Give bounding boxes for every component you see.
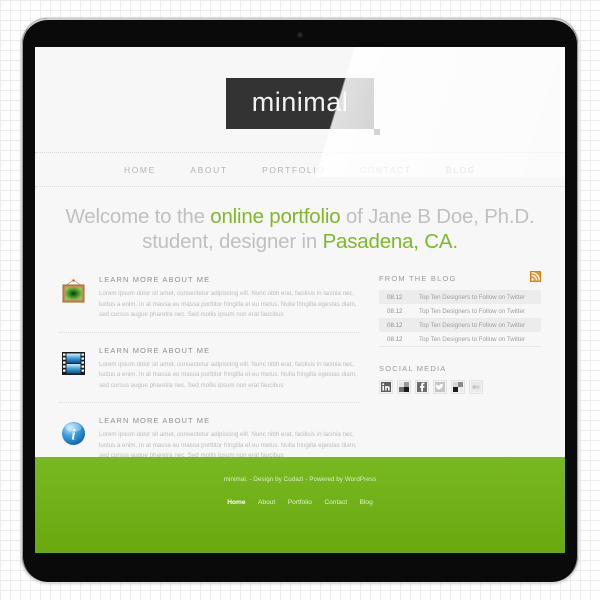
social-widget-title: SOCIAL MEDIA: [379, 364, 447, 373]
footer-nav-item-blog[interactable]: Blog: [360, 499, 373, 506]
blog-post-date: 08.12: [387, 321, 403, 329]
blog-post-list: 08.12 Top Ten Designers to Follow on Twi…: [379, 290, 541, 347]
content-area: LEARN MORE ABOUT ME Lorem ipsum dolor si…: [35, 254, 565, 483]
footer-credit: minimal. - Design by Cudazi - Powered by…: [223, 476, 377, 483]
features-column: LEARN MORE ABOUT ME Lorem ipsum dolor si…: [59, 272, 359, 483]
blog-post-title[interactable]: Top Ten Designers to Follow on Twitter: [419, 294, 525, 301]
feature-title: LEARN MORE ABOUT ME: [99, 416, 211, 425]
blog-widget-title: FROM THE BLOG: [379, 271, 541, 283]
nav-item-blog[interactable]: BLOG: [446, 165, 476, 175]
social-media-links: [379, 380, 541, 394]
feature-item: LEARN MORE ABOUT ME Lorem ipsum dolor si…: [59, 343, 359, 403]
rss-icon[interactable]: [530, 271, 541, 282]
blog-post-title[interactable]: Top Ten Designers to Follow on Twitter: [419, 308, 525, 315]
feature-title: LEARN MORE ABOUT ME: [99, 345, 211, 355]
headline-highlight-1: online portfolio: [210, 205, 341, 228]
blog-post-title[interactable]: Top Ten Designers to Follow on Twitter: [419, 322, 525, 329]
headline-part-1: Welcome to the: [65, 205, 211, 228]
website-viewport: minimal HOME ABOUT PORTFOLIO CONTACT BLO…: [35, 47, 565, 553]
page-headline: Welcome to the online portfolio of Jane …: [35, 187, 565, 254]
linkedin-icon[interactable]: [379, 380, 393, 394]
blog-post-row[interactable]: 08.12 Top Ten Designers to Follow on Twi…: [379, 290, 541, 304]
footer-nav-item-home[interactable]: Home: [227, 499, 245, 506]
footer-nav-item-contact[interactable]: Contact: [324, 499, 347, 506]
blog-post-date: 08.12: [387, 307, 403, 315]
feature-text: Lorem ipsum dolor sit amet, consectetur …: [99, 360, 357, 389]
tablet-device: minimal HOME ABOUT PORTFOLIO CONTACT BLO…: [22, 18, 578, 582]
nav-item-home[interactable]: HOME: [124, 165, 156, 175]
delicious-icon[interactable]: [397, 380, 411, 394]
tablet-screen: minimal HOME ABOUT PORTFOLIO CONTACT BLO…: [35, 47, 565, 553]
footer-nav-item-portfolio[interactable]: Portfolio: [288, 499, 312, 506]
nav-item-about[interactable]: ABOUT: [190, 165, 227, 175]
nav-item-portfolio[interactable]: PORTFOLIO: [262, 165, 325, 175]
nav-item-contact[interactable]: CONTACT: [360, 165, 412, 175]
flickr-icon[interactable]: [469, 380, 483, 394]
sidebar-column: FROM THE BLOG 08.12 Top Ten Designers to…: [379, 271, 541, 483]
main-navigation: HOME ABOUT PORTFOLIO CONTACT BLOG: [35, 152, 565, 187]
footer-nav-item-about[interactable]: About: [258, 499, 275, 506]
blog-post-date: 08.12: [387, 293, 403, 301]
site-logo[interactable]: minimal: [225, 78, 380, 135]
facebook-icon[interactable]: [415, 380, 429, 394]
front-camera: [297, 32, 303, 38]
film-strip-icon: [59, 349, 88, 378]
footer-navigation: Home About Portfolio Contact Blog: [35, 491, 565, 509]
twitter-icon[interactable]: [433, 380, 447, 394]
info-circle-icon: i: [59, 419, 88, 448]
blog-widget-title-text: FROM THE BLOG: [379, 274, 457, 283]
blog-post-row[interactable]: 08.12 Top Ten Designers to Follow on Twi…: [379, 304, 541, 318]
blog-post-date: 08.12: [387, 335, 403, 343]
site-logo-container: minimal: [35, 47, 565, 135]
feature-body: LEARN MORE ABOUT ME Lorem ipsum dolor si…: [99, 346, 359, 392]
feature-body: LEARN MORE ABOUT ME Lorem ipsum dolor si…: [99, 275, 359, 321]
checker-icon[interactable]: [451, 380, 465, 394]
site-footer: minimal. - Design by Cudazi - Powered by…: [35, 457, 565, 553]
blog-post-title[interactable]: Top Ten Designers to Follow on Twitter: [419, 336, 525, 343]
headline-highlight-2: Pasadena, CA.: [322, 230, 458, 253]
feature-item: LEARN MORE ABOUT ME Lorem ipsum dolor si…: [59, 272, 359, 333]
feature-title: LEARN MORE ABOUT ME: [99, 275, 211, 284]
blog-post-row[interactable]: 08.12 Top Ten Designers to Follow on Twi…: [379, 332, 541, 346]
feature-body: LEARN MORE ABOUT ME Lorem ipsum dolor si…: [99, 416, 359, 462]
picture-frame-icon: [59, 278, 88, 307]
feature-text: Lorem ipsum dolor sit amet, consectetur …: [99, 290, 357, 318]
blog-post-row[interactable]: 08.12 Top Ten Designers to Follow on Twi…: [379, 318, 541, 332]
